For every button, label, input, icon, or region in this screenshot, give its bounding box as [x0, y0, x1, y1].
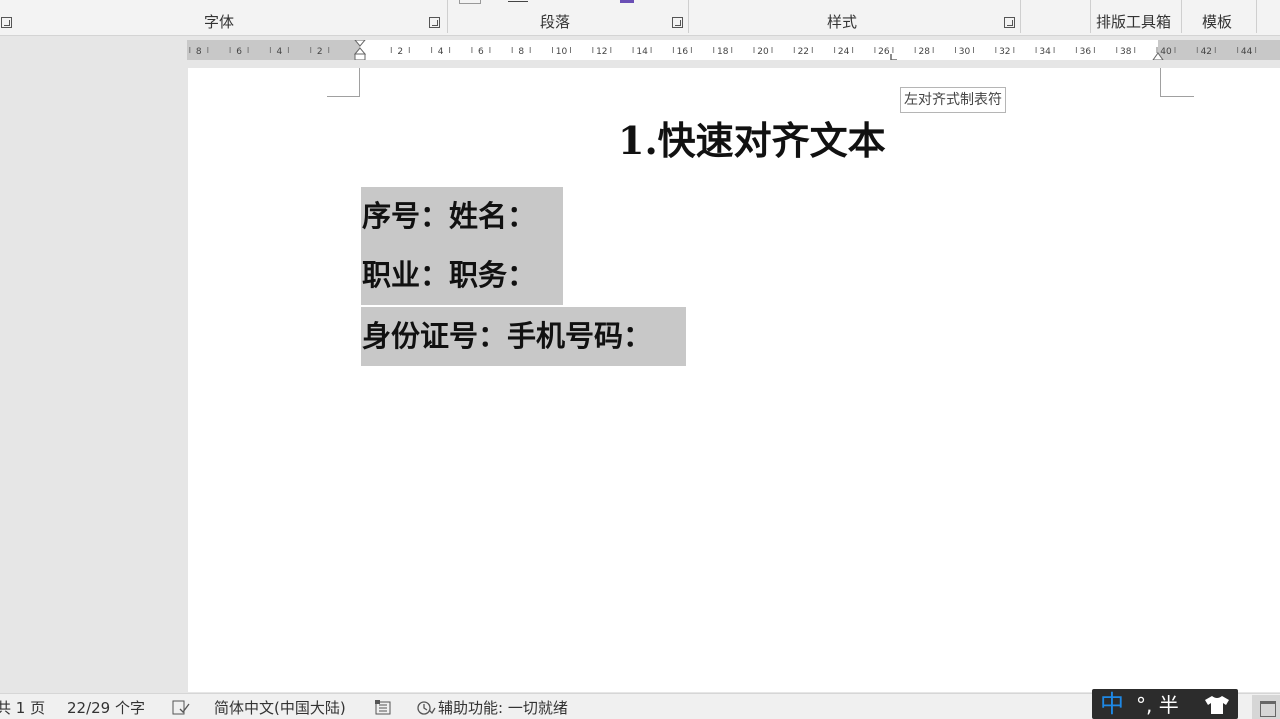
ruler-label: 40 [1160, 47, 1172, 57]
status-bar: 共 1 页 22/29 个字 简体中文(中国大陆) 辅助功能: 一切就绪 [0, 693, 1280, 719]
ruler-label: 6 [478, 47, 484, 57]
ruler-label: 26 [878, 47, 890, 57]
document-line-2[interactable]: 职业：职务： [361, 246, 563, 305]
ime-mode[interactable]: °, 半 [1136, 693, 1179, 717]
ribbon-control-stub [620, 0, 634, 3]
ruler-label: 4 [438, 47, 444, 57]
ruler-label: 10 [556, 47, 568, 57]
document-line-1[interactable]: 序号：姓名： [361, 187, 563, 246]
page-count[interactable]: 共 1 页 [0, 698, 45, 718]
skin-shirt-icon[interactable] [1204, 695, 1230, 719]
group-label-styles: 样式 [827, 13, 858, 31]
dialog-launcher-icon[interactable] [1, 17, 12, 28]
group-divider [1256, 0, 1257, 33]
ruler-label: 44 [1241, 47, 1253, 57]
font-dialog-launcher-icon[interactable] [429, 17, 440, 28]
ruler-label: 6 [236, 47, 242, 57]
ribbon-control-stub [508, 0, 528, 2]
ruler-label: 8 [518, 47, 524, 57]
word-count[interactable]: 22/29 个字 [67, 698, 145, 718]
ruler-label: 4 [277, 47, 283, 57]
ribbon-control-stub [459, 0, 481, 4]
crop-mark-left [327, 68, 360, 97]
ruler-label: 22 [798, 47, 809, 57]
group-divider [1181, 0, 1182, 33]
first-line-indent-marker [354, 40, 366, 47]
ruler-label: 28 [918, 47, 930, 57]
left-indent-marker [354, 53, 366, 60]
group-label-templates: 模板 [1202, 13, 1233, 31]
ruler-label: 16 [677, 47, 689, 57]
ime-toolbar[interactable]: 中 °, 半 [1092, 689, 1238, 719]
crop-mark-right [1160, 68, 1194, 97]
document-line-3[interactable]: 身份证号：手机号码： [361, 307, 686, 366]
group-divider [688, 0, 689, 33]
group-divider [1090, 0, 1091, 33]
ruler-label: 36 [1080, 47, 1092, 57]
group-label-paragraph: 段落 [540, 13, 571, 31]
group-divider [447, 0, 448, 33]
left-tab-stop-marker [890, 54, 897, 60]
group-label-layout-toolbox: 排版工具箱 [1096, 13, 1172, 31]
group-divider [1020, 0, 1021, 33]
ribbon: 字体 段落 样式 排版工具箱 模板 [0, 0, 1280, 36]
ruler-label: 20 [757, 47, 769, 57]
ruler-label: 8 [196, 47, 202, 57]
ruler-label: 2 [397, 47, 403, 57]
ruler-label: 32 [999, 47, 1010, 57]
proofing-icon[interactable] [172, 700, 190, 719]
horizontal-ruler[interactable]: 8 6 4 2 2 4 6 8 10 12 14 16 18 20 22 24 26 28 30 32 34 36 38 40… [187, 40, 1280, 60]
accessibility-icon[interactable] [416, 700, 436, 719]
hanging-indent-marker [353, 47, 367, 55]
ruler-label: 42 [1201, 47, 1212, 57]
ruler-ticks: 8 6 4 2 2 4 6 8 10 12 14 16 18 20 22 24 26 28 30 32 34 36 38 40… [189, 40, 1257, 60]
print-layout-view-button[interactable] [1252, 695, 1280, 719]
language-indicator[interactable]: 简体中文(中国大陆) [214, 698, 346, 718]
paragraph-dialog-launcher-icon[interactable] [672, 17, 683, 28]
ruler-label: 12 [596, 47, 607, 57]
document-title[interactable]: 1.快速对齐文本 [618, 115, 886, 167]
ruler-label: 24 [838, 47, 850, 57]
tab-stop-tooltip: 左对齐式制表符 [900, 87, 1006, 113]
ruler-label: 34 [1039, 47, 1051, 57]
ruler-label: 14 [636, 47, 648, 57]
ime-language[interactable]: 中 [1100, 690, 1124, 718]
group-label-font: 字体 [204, 13, 235, 31]
ruler-label: 2 [317, 47, 323, 57]
styles-dialog-launcher-icon[interactable] [1004, 17, 1015, 28]
accessibility-status[interactable]: 辅助功能: 一切就绪 [438, 698, 568, 718]
ruler-label: 38 [1120, 47, 1132, 57]
ruler-label: 18 [717, 47, 729, 57]
ruler-label: 30 [959, 47, 971, 57]
macro-record-icon[interactable] [374, 700, 392, 719]
